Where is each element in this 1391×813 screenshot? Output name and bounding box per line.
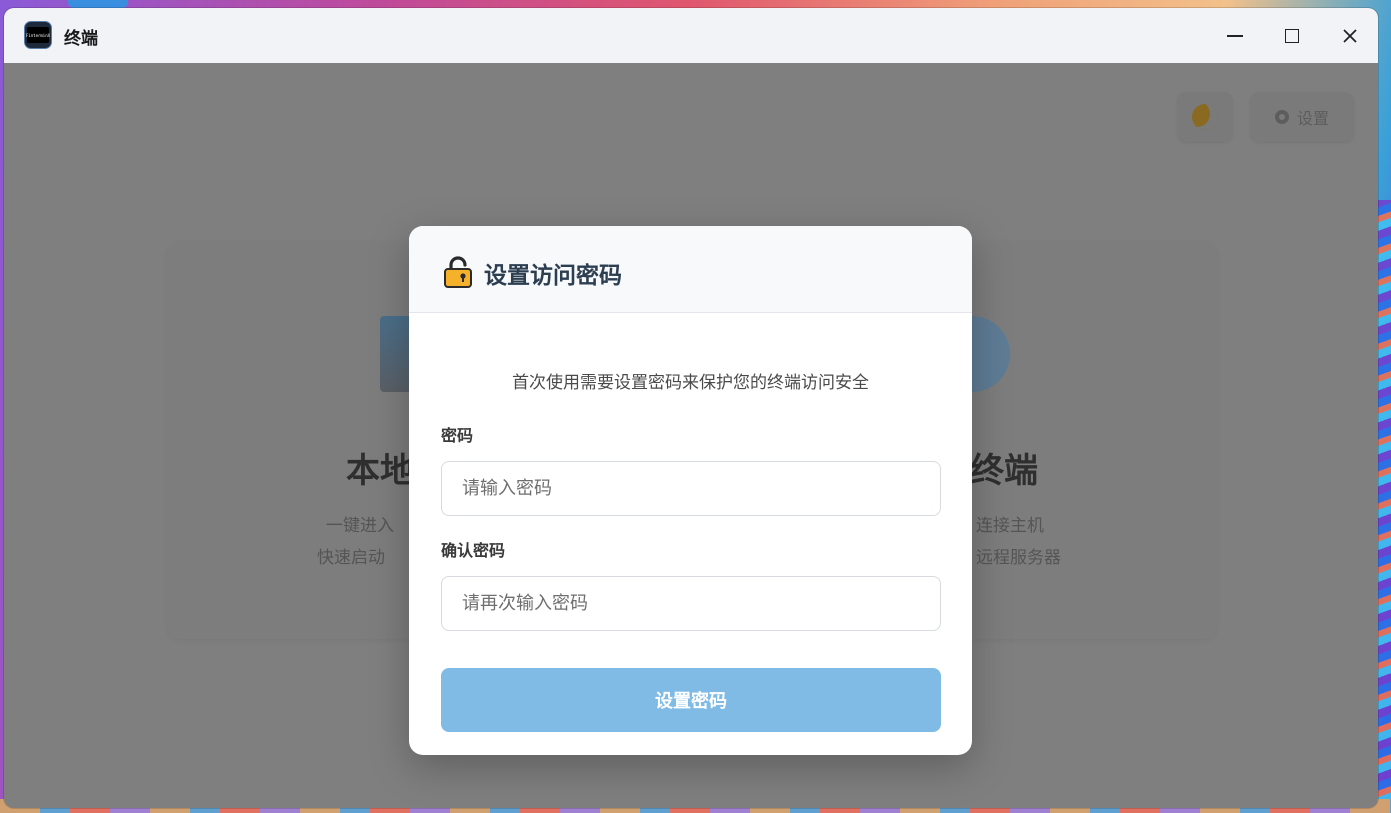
maximize-icon [1285,29,1299,43]
app-icon: FinterminX [24,21,52,49]
minimize-button[interactable] [1220,21,1250,51]
set-password-button[interactable]: 设置密码 [441,668,941,732]
app-icon-text: FinterminX [26,27,50,43]
confirm-password-input[interactable] [441,576,941,631]
terminal-window: FinterminX 终端 设置 本地 终端 一键进入 快速启动 连接主机 远程… [4,8,1378,808]
dialog-description: 首次使用需要设置密码来保护您的终端访问安全 [512,373,869,393]
maximize-button[interactable] [1277,21,1307,51]
close-button[interactable] [1335,21,1365,51]
confirm-password-label: 确认密码 [441,541,506,560]
window-title: 终端 [64,29,98,49]
remote-card-title: 终端 [970,451,1038,491]
local-card-desc-2: 快速启动 [317,548,385,568]
close-icon [1343,29,1357,43]
local-card-desc-1: 一键进入 [326,516,394,536]
window-content-overlay: 设置 本地 终端 一键进入 快速启动 连接主机 远程服务器 设置访问密码 首次使… [4,63,1378,808]
gear-icon [1274,110,1289,124]
remote-card-desc-2: 远程服务器 [976,548,1061,568]
moon-icon [1192,104,1218,130]
settings-button: 设置 [1250,92,1354,142]
local-card-title: 本地 [346,451,414,491]
minimize-icon [1227,35,1243,37]
title-bar[interactable]: FinterminX 终端 [4,8,1378,63]
password-input[interactable] [441,461,941,516]
settings-label: 设置 [1296,109,1329,128]
desktop-icon-partial [68,0,128,8]
dialog-title: 设置访问密码 [484,263,622,289]
lock-icon [444,256,472,288]
password-label: 密码 [441,426,474,445]
dialog-header: 设置访问密码 [409,226,972,313]
set-password-dialog: 设置访问密码 首次使用需要设置密码来保护您的终端访问安全 密码 确认密码 设置密… [409,226,972,755]
theme-toggle-button [1177,92,1233,142]
remote-card-desc-1: 连接主机 [976,516,1044,536]
